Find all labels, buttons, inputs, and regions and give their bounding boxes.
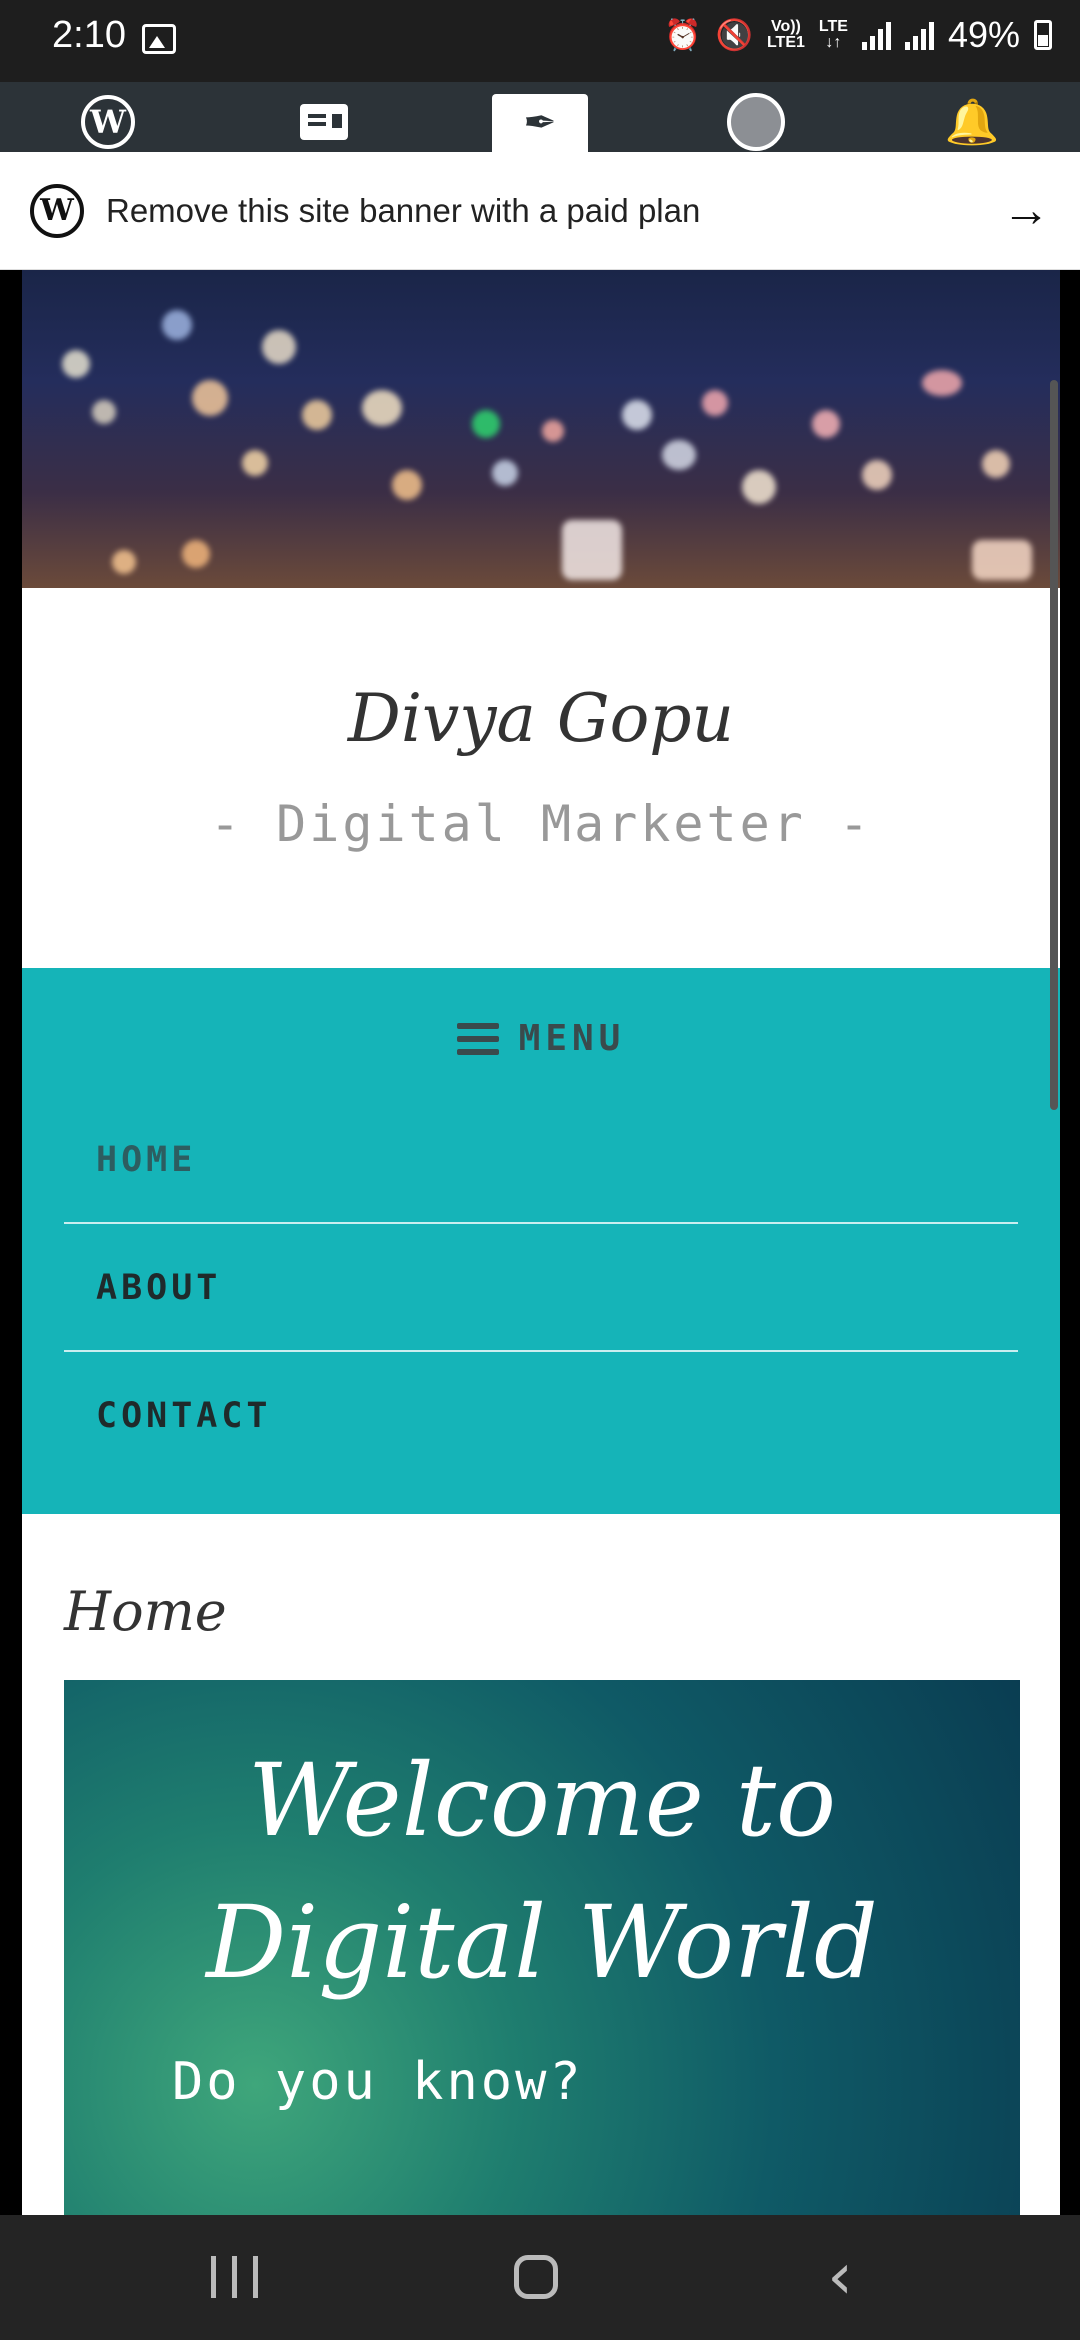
nav-item-about[interactable]: ABOUT [64,1224,1018,1352]
alarm-icon: ⏰ [664,18,702,52]
site-navigation: MENU HOME ABOUT CONTACT [22,968,1060,1514]
reader-tab[interactable] [276,92,372,152]
reader-icon [300,104,348,140]
volte-bottom-label: LTE1 [766,34,805,51]
lte-indicator: LTE ↓↑ [819,19,848,51]
volte-top-label: Vo)) [770,18,801,35]
recents-button[interactable] [184,2245,284,2309]
site-title[interactable]: Divya Gopu [22,680,1060,757]
my-sites-tab[interactable]: W [60,92,156,152]
nav-list: HOME ABOUT CONTACT [64,1096,1018,1480]
nav-item-home[interactable]: HOME [64,1096,1018,1224]
me-tab[interactable] [708,92,804,152]
gallery-notification-icon [142,24,176,54]
entry-title: Home [64,1580,227,1643]
battery-icon [1034,20,1052,50]
wordpress-logo-icon: W [81,95,135,149]
hero-title: Welcome to Digital World [206,1742,878,2001]
arrow-right-icon[interactable]: → [1002,183,1050,238]
status-icons: ⏰ 🔇 Vo)) LTE1 LTE ↓↑ 49% [664,14,1052,56]
hero-image: Welcome to Digital World Do you know? [64,1680,1020,2215]
site-page: Divya Gopu - Digital Marketer - MENU HOM… [22,270,1060,2215]
nav-item-contact[interactable]: CONTACT [64,1352,1018,1480]
volte-indicator: Vo)) LTE1 [767,19,805,51]
notifications-tab[interactable]: 🔔 [924,92,1020,152]
scrollbar[interactable] [1050,380,1058,1110]
home-button[interactable] [486,2245,586,2309]
header-image [22,270,1060,588]
signal-icon-1 [861,20,891,50]
notifications-icon: 🔔 [944,98,1000,147]
hamburger-icon [456,1022,499,1055]
site-tagline: - Digital Marketer - [209,795,873,853]
mute-icon: 🔇 [715,18,753,52]
system-navigation-bar: ‹ [0,2215,1080,2340]
app-toolbar: W ✒ 🔔 [0,82,1080,152]
menu-toggle-button[interactable]: MENU [22,1018,1060,1059]
status-bar: 2:10 ⏰ 🔇 Vo)) LTE1 LTE ↓↑ 49% [0,0,1080,82]
wordpress-logo-icon: W [30,183,84,238]
battery-percent: 49% [947,14,1020,55]
data-arrows-icon: ↓↑ [825,34,842,51]
back-button[interactable]: ‹ [790,2240,890,2314]
menu-label: MENU [518,1018,626,1059]
lte-label: LTE [818,18,848,35]
hero-subtitle: Do you know? [172,2052,584,2112]
write-icon: ✒ [523,101,557,145]
status-time: 2:10 [52,14,126,56]
upgrade-banner[interactable]: W Remove this site banner with a paid pl… [0,152,1080,270]
signal-icon-2 [904,20,934,50]
write-tab[interactable]: ✒ [492,94,588,152]
avatar-icon [727,93,785,151]
banner-text: Remove this site banner with a paid plan [106,191,701,229]
